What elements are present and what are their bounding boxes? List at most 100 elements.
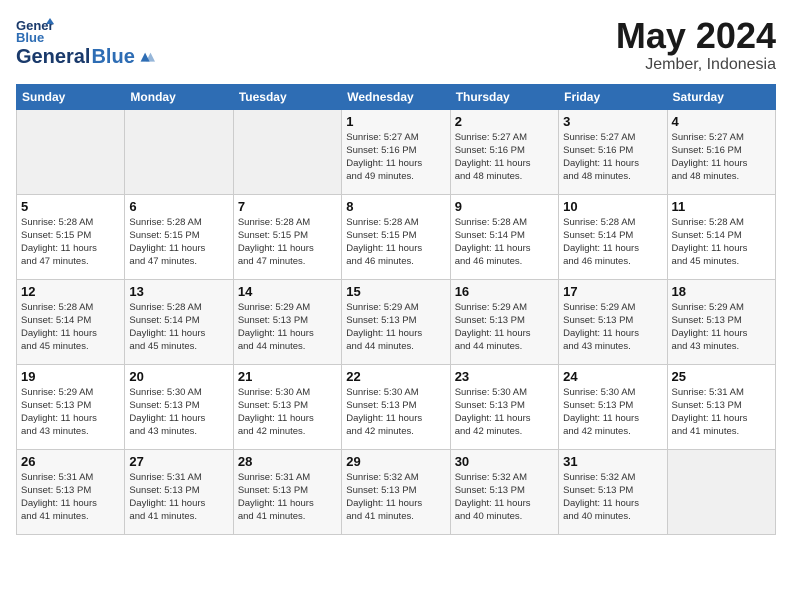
weekday-header: Wednesday [342,84,450,109]
day-number: 15 [346,284,445,299]
day-info: Sunrise: 5:30 AM Sunset: 5:13 PM Dayligh… [563,386,662,439]
day-info: Sunrise: 5:28 AM Sunset: 5:15 PM Dayligh… [346,216,445,269]
day-number: 29 [346,454,445,469]
logo-general-text: General [16,46,90,69]
day-info: Sunrise: 5:32 AM Sunset: 5:13 PM Dayligh… [563,471,662,524]
calendar-cell: 21 Sunrise: 5:30 AM Sunset: 5:13 PM Dayli… [233,364,341,449]
day-number: 11 [672,199,771,214]
day-info: Sunrise: 5:28 AM Sunset: 5:15 PM Dayligh… [129,216,228,269]
day-info: Sunrise: 5:31 AM Sunset: 5:13 PM Dayligh… [672,386,771,439]
calendar-cell: 9Sunrise: 5:28 AM Sunset: 5:14 PM Daylig… [450,194,558,279]
calendar-cell: 5 Sunrise: 5:28 AM Sunset: 5:15 PM Daylig… [17,194,125,279]
calendar-cell: 30Sunrise: 5:32 AM Sunset: 5:13 PM Dayli… [450,449,558,534]
day-number: 20 [129,369,228,384]
calendar-cell: 16 Sunrise: 5:29 AM Sunset: 5:13 PM Dayli… [450,279,558,364]
day-info: Sunrise: 5:27 AM Sunset: 5:16 PM Dayligh… [563,131,662,184]
day-info: Sunrise: 5:29 AM Sunset: 5:13 PM Dayligh… [563,301,662,354]
day-number: 13 [129,284,228,299]
day-number: 16 [455,284,554,299]
calendar-cell [17,109,125,194]
calendar-cell: 18Sunrise: 5:29 AM Sunset: 5:13 PM Dayli… [667,279,775,364]
calendar-cell: 15 Sunrise: 5:29 AM Sunset: 5:13 PM Dayli… [342,279,450,364]
day-number: 14 [238,284,337,299]
calendar-cell: 4 Sunrise: 5:27 AM Sunset: 5:16 PM Daylig… [667,109,775,194]
day-number: 7 [238,199,337,214]
calendar-week-row: 1 Sunrise: 5:27 AM Sunset: 5:16 PM Daylig… [17,109,776,194]
calendar-cell: 3 Sunrise: 5:27 AM Sunset: 5:16 PM Daylig… [559,109,667,194]
calendar-cell: 6 Sunrise: 5:28 AM Sunset: 5:15 PM Daylig… [125,194,233,279]
day-number: 25 [672,369,771,384]
calendar-cell: 12Sunrise: 5:28 AM Sunset: 5:14 PM Dayli… [17,279,125,364]
page-header: General Blue General Blue May 2024 Jembe… [16,16,776,74]
day-number: 5 [21,199,120,214]
calendar-cell [233,109,341,194]
day-number: 17 [563,284,662,299]
day-info: Sunrise: 5:29 AM Sunset: 5:13 PM Dayligh… [346,301,445,354]
calendar-cell: 1 Sunrise: 5:27 AM Sunset: 5:16 PM Daylig… [342,109,450,194]
calendar-cell: 11 Sunrise: 5:28 AM Sunset: 5:14 PM Dayli… [667,194,775,279]
calendar-cell [125,109,233,194]
day-number: 10 [563,199,662,214]
calendar-week-row: 26 Sunrise: 5:31 AM Sunset: 5:13 PM Dayli… [17,449,776,534]
day-info: Sunrise: 5:29 AM Sunset: 5:13 PM Dayligh… [455,301,554,354]
calendar-cell: 23Sunrise: 5:30 AM Sunset: 5:13 PM Dayli… [450,364,558,449]
day-info: Sunrise: 5:27 AM Sunset: 5:16 PM Dayligh… [455,131,554,184]
day-info: Sunrise: 5:31 AM Sunset: 5:13 PM Dayligh… [129,471,228,524]
logo-blue-text: Blue [91,46,134,69]
day-number: 31 [563,454,662,469]
calendar-cell: 27 Sunrise: 5:31 AM Sunset: 5:13 PM Dayli… [125,449,233,534]
day-info: Sunrise: 5:28 AM Sunset: 5:14 PM Dayligh… [21,301,120,354]
weekday-header: Thursday [450,84,558,109]
calendar-week-row: 19 Sunrise: 5:29 AM Sunset: 5:13 PM Dayli… [17,364,776,449]
calendar-cell [667,449,775,534]
calendar-cell: 14Sunrise: 5:29 AM Sunset: 5:13 PM Dayli… [233,279,341,364]
day-number: 24 [563,369,662,384]
calendar-cell: 26 Sunrise: 5:31 AM Sunset: 5:13 PM Dayli… [17,449,125,534]
calendar-cell: 24 Sunrise: 5:30 AM Sunset: 5:13 PM Dayli… [559,364,667,449]
weekday-header: Tuesday [233,84,341,109]
day-number: 19 [21,369,120,384]
calendar-cell: 22Sunrise: 5:30 AM Sunset: 5:13 PM Dayli… [342,364,450,449]
calendar-week-row: 5 Sunrise: 5:28 AM Sunset: 5:15 PM Daylig… [17,194,776,279]
day-info: Sunrise: 5:30 AM Sunset: 5:13 PM Dayligh… [455,386,554,439]
weekday-header: Monday [125,84,233,109]
day-info: Sunrise: 5:28 AM Sunset: 5:15 PM Dayligh… [21,216,120,269]
day-number: 9 [455,199,554,214]
day-info: Sunrise: 5:30 AM Sunset: 5:13 PM Dayligh… [129,386,228,439]
day-info: Sunrise: 5:29 AM Sunset: 5:13 PM Dayligh… [21,386,120,439]
day-number: 28 [238,454,337,469]
day-number: 6 [129,199,228,214]
calendar-cell: 20 Sunrise: 5:30 AM Sunset: 5:13 PM Dayli… [125,364,233,449]
calendar-cell: 13 Sunrise: 5:28 AM Sunset: 5:14 PM Dayli… [125,279,233,364]
weekday-header: Saturday [667,84,775,109]
day-info: Sunrise: 5:31 AM Sunset: 5:13 PM Dayligh… [21,471,120,524]
svg-text:Blue: Blue [16,30,44,44]
calendar-cell: 10 Sunrise: 5:28 AM Sunset: 5:14 PM Dayli… [559,194,667,279]
day-info: Sunrise: 5:28 AM Sunset: 5:14 PM Dayligh… [563,216,662,269]
month-title: May 2024 [616,16,776,56]
calendar-week-row: 12Sunrise: 5:28 AM Sunset: 5:14 PM Dayli… [17,279,776,364]
calendar-cell: 2Sunrise: 5:27 AM Sunset: 5:16 PM Daylig… [450,109,558,194]
calendar-cell: 19 Sunrise: 5:29 AM Sunset: 5:13 PM Dayli… [17,364,125,449]
logo: General Blue General Blue [16,16,155,69]
day-number: 27 [129,454,228,469]
location-title: Jember, Indonesia [616,56,776,74]
day-number: 1 [346,114,445,129]
calendar-table: SundayMondayTuesdayWednesdayThursdayFrid… [16,84,776,535]
day-number: 26 [21,454,120,469]
day-number: 21 [238,369,337,384]
day-info: Sunrise: 5:30 AM Sunset: 5:13 PM Dayligh… [346,386,445,439]
calendar-header-row: SundayMondayTuesdayWednesdayThursdayFrid… [17,84,776,109]
calendar-cell: 31 Sunrise: 5:32 AM Sunset: 5:13 PM Dayli… [559,449,667,534]
day-info: Sunrise: 5:27 AM Sunset: 5:16 PM Dayligh… [346,131,445,184]
day-info: Sunrise: 5:27 AM Sunset: 5:16 PM Dayligh… [672,131,771,184]
day-info: Sunrise: 5:28 AM Sunset: 5:14 PM Dayligh… [672,216,771,269]
day-number: 30 [455,454,554,469]
weekday-header: Sunday [17,84,125,109]
day-info: Sunrise: 5:30 AM Sunset: 5:13 PM Dayligh… [238,386,337,439]
day-number: 8 [346,199,445,214]
day-number: 4 [672,114,771,129]
day-info: Sunrise: 5:28 AM Sunset: 5:14 PM Dayligh… [129,301,228,354]
day-number: 3 [563,114,662,129]
calendar-cell: 29Sunrise: 5:32 AM Sunset: 5:13 PM Dayli… [342,449,450,534]
